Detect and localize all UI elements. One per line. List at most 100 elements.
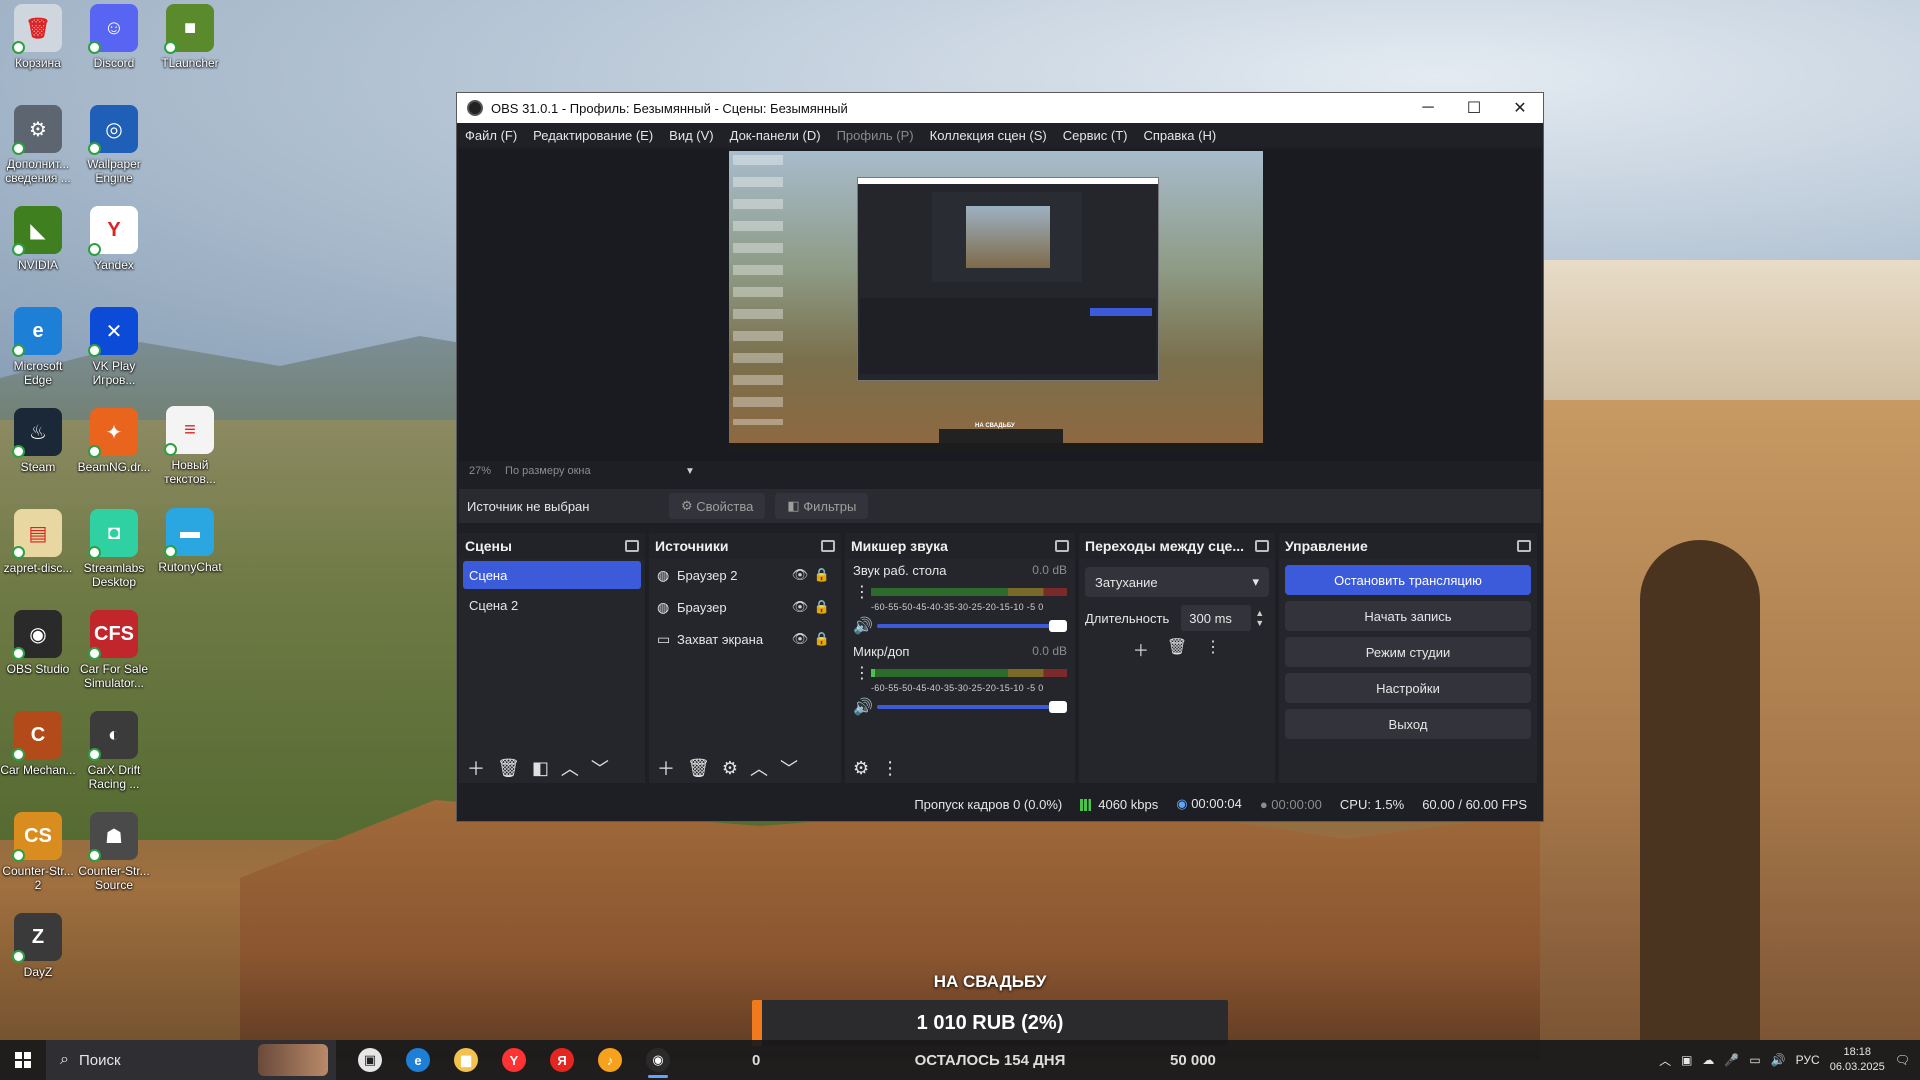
desktop-icon[interactable]: ▤ zapret-disc... <box>0 509 76 575</box>
desktop-icon[interactable]: ◉ OBS Studio <box>0 610 76 676</box>
desktop-icon[interactable]: 🗑 Корзина <box>0 4 76 70</box>
lock-icon[interactable]: 🔒 <box>811 567 833 583</box>
desktop-icon[interactable]: ▬ RutonyChat <box>152 508 228 574</box>
menu-help[interactable]: Справка (H) <box>1144 128 1217 143</box>
more-icon[interactable]: ⋮ <box>1205 637 1221 661</box>
undock-icon[interactable] <box>1055 540 1069 552</box>
taskbar-search[interactable]: ⌕ Поиск <box>46 1040 336 1080</box>
source-item[interactable]: ▭ Захват экрана 👁 🔒 <box>649 623 841 655</box>
maximize-button[interactable]: ☐ <box>1451 93 1497 123</box>
arrow-up-icon[interactable]: ︿ <box>561 755 579 781</box>
duration-input[interactable]: 300 ms <box>1181 605 1252 631</box>
desktop-icon[interactable]: ☗ Counter-Str... Source <box>76 812 152 892</box>
add-icon[interactable]: ＋ <box>657 755 675 781</box>
trash-icon[interactable]: 🗑 <box>687 758 710 779</box>
desktop-icon[interactable]: ♨ Steam <box>0 408 76 474</box>
eye-icon[interactable]: 👁 <box>789 631 811 647</box>
undock-icon[interactable] <box>1255 540 1269 552</box>
taskbar-app-explorer[interactable]: ▆ <box>442 1040 490 1080</box>
undock-icon[interactable] <box>1517 540 1531 552</box>
close-button[interactable]: ✕ <box>1497 93 1543 123</box>
clock[interactable]: 18:18 06.03.2025 <box>1830 1045 1885 1075</box>
volume-slider[interactable] <box>877 701 1067 713</box>
notifications-icon[interactable]: 🗨 <box>1895 1053 1910 1067</box>
more-icon[interactable]: ⋮ <box>853 582 871 602</box>
settings-button[interactable]: Настройки <box>1285 673 1531 703</box>
eye-icon[interactable]: 👁 <box>789 567 811 583</box>
taskbar-app-yandex-browser[interactable]: Y <box>490 1040 538 1080</box>
window-titlebar[interactable]: OBS 31.0.1 - Профиль: Безымянный - Сцены… <box>457 93 1543 123</box>
studio-mode-button[interactable]: Режим студии <box>1285 637 1531 667</box>
menu-view[interactable]: Вид (V) <box>669 128 713 143</box>
menu-tools[interactable]: Сервис (T) <box>1063 128 1128 143</box>
taskbar-app-yandex-music[interactable]: ♪ <box>586 1040 634 1080</box>
trash-icon[interactable]: 🗑 <box>497 758 520 779</box>
desktop-icon[interactable]: C Car Mechan... <box>0 711 76 777</box>
menu-file[interactable]: Файл (F) <box>465 128 517 143</box>
meet-icon[interactable]: ▣ <box>1681 1053 1692 1067</box>
more-icon[interactable]: ⋮ <box>881 758 899 779</box>
arrow-up-icon[interactable]: ︿ <box>750 755 768 781</box>
microphone-icon[interactable]: 🎤 <box>1724 1053 1739 1067</box>
volume-slider[interactable] <box>877 620 1067 632</box>
chevron-down-icon[interactable]: ▼ <box>685 466 695 477</box>
start-record-button[interactable]: Начать запись <box>1285 601 1531 631</box>
speaker-icon[interactable]: 🔊 <box>853 616 873 636</box>
gear-icon[interactable]: ⚙ <box>722 758 738 779</box>
desktop-icon[interactable]: Y Yandex <box>76 206 152 272</box>
eye-icon[interactable]: 👁 <box>789 599 811 615</box>
source-item[interactable]: ◍ Браузер 👁 🔒 <box>649 591 841 623</box>
properties-button[interactable]: ⚙ Свойства <box>669 493 766 519</box>
program-preview[interactable]: НА СВАДЬБУ <box>729 151 1263 451</box>
lock-icon[interactable]: 🔒 <box>811 631 833 647</box>
menu-docks[interactable]: Док-панели (D) <box>730 128 821 143</box>
minimize-button[interactable]: ─ <box>1405 93 1451 123</box>
cloud-icon[interactable]: ☁ <box>1702 1053 1714 1067</box>
trash-icon[interactable]: 🗑 <box>1167 637 1187 661</box>
desktop-icon[interactable]: ✕ VK Play Игров... <box>76 307 152 387</box>
desktop-icon[interactable]: ◐ CarX Drift Racing ... <box>76 711 152 791</box>
desktop-icon[interactable]: ◎ Wallpaper Engine <box>76 105 152 185</box>
spin-icon[interactable]: ▲ ▼ <box>1255 608 1264 628</box>
speaker-icon[interactable]: 🔊 <box>853 697 873 717</box>
menu-edit[interactable]: Редактирование (E) <box>533 128 653 143</box>
zoom-mode-select[interactable]: По размеру окна <box>505 465 685 477</box>
scene-item[interactable]: Сцена 2 <box>463 591 641 619</box>
add-icon[interactable]: ＋ <box>1133 637 1149 661</box>
preview-area[interactable]: НА СВАДЬБУ <box>459 149 1541 461</box>
desktop-icon[interactable]: ◘ Streamlabs Desktop <box>76 509 152 589</box>
desktop-icon[interactable]: e Microsoft Edge <box>0 307 76 387</box>
undock-icon[interactable] <box>625 540 639 552</box>
desktop-icon[interactable]: CFS Car For Sale Simulator... <box>76 610 152 690</box>
undock-icon[interactable] <box>821 540 835 552</box>
gear-icon[interactable]: ⚙ <box>853 758 869 779</box>
filters-button[interactable]: ◧ Фильтры <box>775 493 869 519</box>
scene-item[interactable]: Сцена <box>463 561 641 589</box>
stop-stream-button[interactable]: Остановить трансляцию <box>1285 565 1531 595</box>
chevron-up-icon[interactable]: ︿ <box>1659 1052 1671 1069</box>
arrow-down-icon[interactable]: ﹀ <box>591 755 609 781</box>
transition-select[interactable]: Затухание ▾ <box>1085 567 1269 597</box>
volume-icon[interactable]: 🔊 <box>1771 1053 1786 1067</box>
desktop-icon[interactable]: ■ TLauncher <box>152 4 228 70</box>
exit-button[interactable]: Выход <box>1285 709 1531 739</box>
desktop-icon[interactable]: CS Counter-Str... 2 <box>0 812 76 892</box>
language-indicator[interactable]: РУС <box>1796 1053 1820 1067</box>
taskbar-app-edge[interactable]: e <box>394 1040 442 1080</box>
lock-icon[interactable]: 🔒 <box>811 599 833 615</box>
desktop-icon[interactable]: Z DayZ <box>0 913 76 979</box>
desktop-icon[interactable]: ✦ BeamNG.dr... <box>76 408 152 474</box>
taskbar-app-obs[interactable]: ◉ <box>634 1040 682 1080</box>
more-icon[interactable]: ⋮ <box>853 663 871 683</box>
desktop-icon[interactable]: ☺ Discord <box>76 4 152 70</box>
taskbar-app-yandex[interactable]: Я <box>538 1040 586 1080</box>
filter-icon[interactable]: ◧ <box>532 758 549 779</box>
menu-profile[interactable]: Профиль (P) <box>837 128 914 143</box>
start-button[interactable] <box>0 1040 46 1080</box>
menu-scene-collection[interactable]: Коллекция сцен (S) <box>930 128 1047 143</box>
source-item[interactable]: ◍ Браузер 2 👁 🔒 <box>649 559 841 591</box>
add-icon[interactable]: ＋ <box>467 755 485 781</box>
desktop-icon[interactable]: ◣ NVIDIA <box>0 206 76 272</box>
network-icon[interactable]: ▭ <box>1749 1053 1760 1067</box>
arrow-down-icon[interactable]: ﹀ <box>780 755 798 781</box>
